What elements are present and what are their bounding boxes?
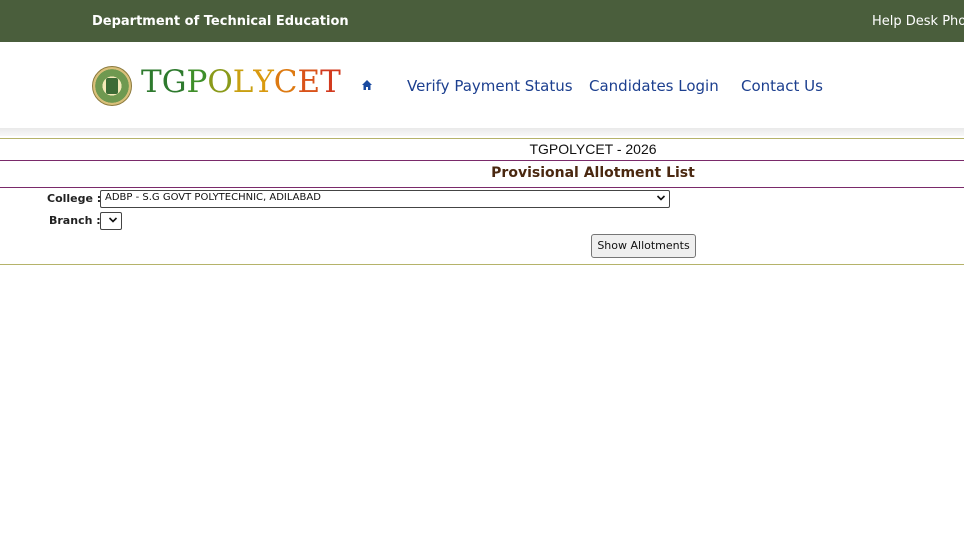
chevron-down-icon bbox=[108, 217, 118, 223]
exam-title: TGPOLYCET - 2026 bbox=[529, 141, 657, 157]
nav-contact-us[interactable]: Contact Us bbox=[741, 77, 823, 95]
department-title: Department of Technical Education bbox=[92, 14, 349, 29]
logo-letter: C bbox=[273, 64, 298, 100]
college-selected-value: ADBP - S.G GOVT POLYTECHNIC, ADILABAD bbox=[105, 192, 321, 203]
divider-line bbox=[0, 138, 964, 139]
branch-select[interactable] bbox=[100, 212, 122, 230]
logo-letter: T bbox=[320, 64, 341, 100]
divider-line bbox=[0, 264, 964, 265]
divider-line bbox=[0, 160, 964, 161]
show-allotments-button[interactable]: Show Allotments bbox=[591, 234, 696, 258]
page-title: Provisional Allotment List bbox=[491, 165, 695, 181]
logo-letter: L bbox=[232, 64, 254, 100]
branch-label: Branch : bbox=[49, 214, 101, 227]
logo-letter: P bbox=[186, 64, 208, 100]
header-shadow bbox=[0, 128, 964, 136]
college-select[interactable]: ADBP - S.G GOVT POLYTECHNIC, ADILABAD bbox=[100, 190, 670, 208]
site-logo[interactable]: TGPOLYCET bbox=[141, 64, 341, 100]
logo-letter: Y bbox=[253, 64, 274, 100]
top-bar: Department of Technical Education Help D… bbox=[0, 0, 964, 42]
home-icon[interactable] bbox=[361, 79, 373, 91]
emblem-logo-icon bbox=[92, 66, 132, 106]
nav-candidates-login[interactable]: Candidates Login bbox=[589, 77, 719, 95]
divider-line bbox=[0, 187, 964, 188]
logo-letter: T bbox=[141, 64, 162, 100]
college-label: College : bbox=[47, 192, 102, 205]
help-desk-text: Help Desk Pho bbox=[872, 14, 964, 29]
site-header: TGPOLYCET Verify Payment Status Candidat… bbox=[0, 42, 964, 128]
logo-letter: O bbox=[207, 64, 233, 100]
chevron-down-icon bbox=[656, 195, 666, 201]
logo-letter: G bbox=[161, 64, 187, 100]
nav-verify-payment-status[interactable]: Verify Payment Status bbox=[407, 77, 573, 95]
logo-letter: E bbox=[297, 64, 321, 100]
